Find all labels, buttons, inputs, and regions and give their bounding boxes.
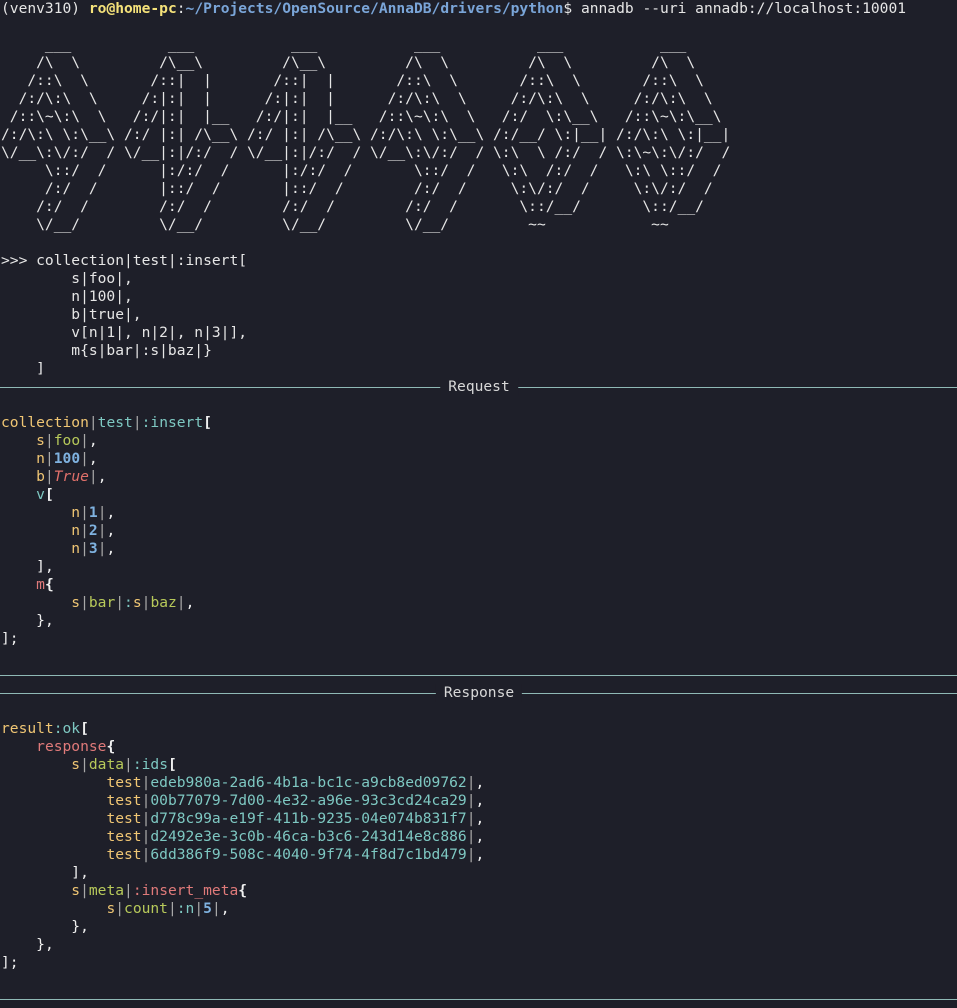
response-line: ],	[71, 864, 89, 881]
user-host: ro@home-pc	[88, 0, 177, 17]
request-line: n|3|,	[71, 540, 116, 557]
request-body: collection|test|:insert[ s|foo|, n|100|,…	[1, 414, 957, 648]
request-heading: Request	[440, 378, 518, 396]
prompt-dollar: $	[563, 0, 573, 17]
separator	[0, 666, 957, 684]
input-line: s|foo|,	[1, 270, 133, 287]
input-line: v[n|1|, n|2|, n|3|],	[1, 324, 248, 341]
response-line: ];	[1, 954, 19, 971]
response-heading: Response	[435, 684, 523, 702]
separator	[0, 990, 957, 1008]
request-line: m{	[36, 576, 54, 593]
shell-prompt: (venv310) ro@home-pc:~/Projects/OpenSour…	[1, 0, 957, 18]
response-line: response{	[36, 738, 116, 755]
response-line: },	[71, 918, 89, 935]
response-divider: Response	[0, 684, 957, 702]
request-line: s|foo|,	[36, 432, 98, 449]
response-body: result:ok[ response{ s|data|:ids[ test|e…	[1, 720, 957, 972]
request-line: ],	[36, 558, 54, 575]
shell-command: annadb --uri annadb://localhost:10001	[580, 0, 907, 17]
input-line: ]	[1, 360, 45, 377]
response-line: s|data|:ids[	[71, 756, 177, 773]
request-line: },	[36, 612, 54, 629]
input-line: m{s|bar|:s|baz|}	[1, 342, 212, 359]
request-line: s|bar|:s|baz|,	[71, 594, 195, 611]
input-line: b|true|,	[1, 306, 142, 323]
uuid-row: test|edeb980a-2ad6-4b1a-bc1c-a9cb8ed0976…	[106, 774, 485, 791]
terminal-window[interactable]: (venv310) ro@home-pc:~/Projects/OpenSour…	[0, 0, 957, 1008]
prompt-colon: :	[176, 0, 186, 17]
uuid-row: test|00b77079-7d00-4e32-a96e-93c3cd24ca2…	[106, 792, 485, 809]
annadb-ascii-banner: ___ ___ ___ ___ ___ ___ /\ \ /\__\ /\__\…	[1, 36, 731, 233]
venv-label: (venv310)	[1, 0, 81, 17]
cwd-path: ~/Projects/OpenSource/AnnaDB/drivers/pyt…	[185, 0, 564, 17]
request-line: n|1|,	[71, 504, 116, 521]
request-line: n|100|,	[36, 450, 98, 467]
request-divider: Request	[0, 378, 957, 396]
request-line: b|True|,	[36, 468, 107, 485]
request-line: v[	[36, 486, 54, 503]
response-line: result:ok[	[1, 720, 89, 737]
repl-input[interactable]: >>> collection|test|:insert[ s|foo|, n|1…	[1, 252, 957, 378]
uuid-row: test|d2492e3e-3c0b-46ca-b3c6-243d14e8c88…	[106, 828, 485, 845]
response-line: s|meta|:insert_meta{	[71, 882, 248, 899]
divider-line	[0, 999, 957, 1000]
request-line: n|2|,	[71, 522, 116, 539]
response-line: },	[36, 936, 54, 953]
request-line: ];	[1, 630, 19, 647]
request-line: collection|test|:insert[	[1, 414, 212, 431]
uuid-row: test|6dd386f9-508c-4040-9f74-4f8d7c1bd47…	[106, 846, 485, 863]
uuid-row: test|d778c99a-e19f-411b-9235-04e074b831f…	[106, 810, 485, 827]
response-line: s|count|:n|5|,	[106, 900, 230, 917]
input-line: n|100|,	[1, 288, 133, 305]
divider-line	[0, 675, 957, 676]
input-line: >>> collection|test|:insert[	[1, 252, 248, 269]
